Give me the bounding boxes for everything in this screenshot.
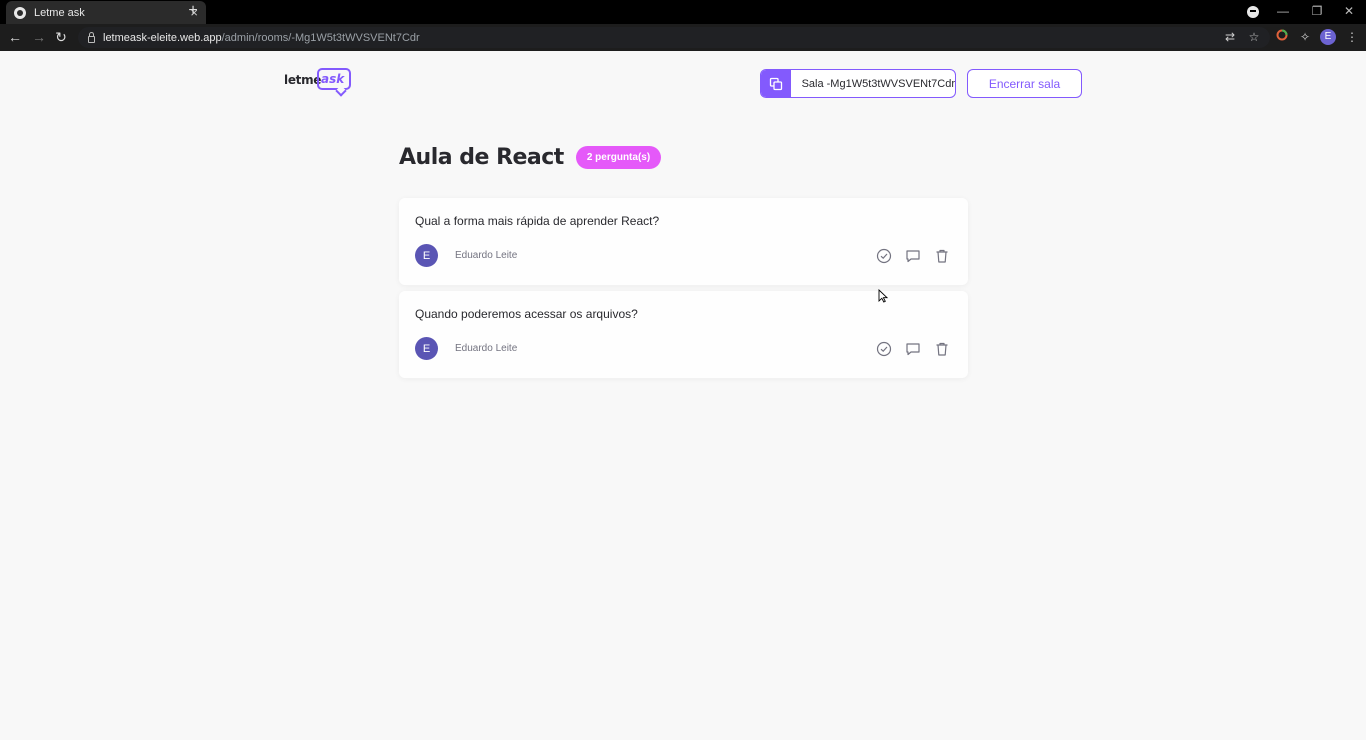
room-title-row: Aula de React 2 pergunta(s) <box>399 145 662 170</box>
question-count-badge: 2 pergunta(s) <box>575 146 662 169</box>
star-icon[interactable]: ☆ <box>1246 29 1262 45</box>
extension-color-icon[interactable] <box>1274 29 1290 45</box>
question-card: Qual a forma mais rápida de aprender Rea… <box>399 198 968 285</box>
room-code-label: Sala -Mg1W5t3tWVSVENt7Cdr <box>801 77 955 90</box>
question-author: E Eduardo Leite <box>415 337 517 360</box>
check-circle-icon[interactable] <box>875 340 893 358</box>
author-name: Eduardo Leite <box>455 343 518 354</box>
minimize-button[interactable]: — <box>1266 0 1300 24</box>
page-header: letme ask Sala -Mg1W5t3tWVSVENt7Cdr Ence… <box>0 51 1366 117</box>
url-path: /admin/rooms/-Mg1W5t3tWVSVENt7Cdr <box>221 31 420 44</box>
logo-text-letme: letme <box>284 73 322 87</box>
browser-toolbar: ← → ↻ letmeask-eleite.web.app/admin/room… <box>0 24 1366 51</box>
url-host: letmeask-eleite.web.app <box>103 31 222 44</box>
translate-icon[interactable]: ⇄ <box>1222 29 1238 45</box>
globe-icon <box>14 6 26 19</box>
profile-avatar[interactable]: E <box>1320 29 1336 45</box>
window-close-button[interactable]: ✕ <box>1332 0 1366 24</box>
tab-title: Letme ask <box>34 6 85 19</box>
lock-icon <box>88 32 95 43</box>
trash-icon[interactable] <box>933 247 951 265</box>
question-author: E Eduardo Leite <box>415 244 517 267</box>
puzzle-extensions-icon[interactable]: ✧ <box>1297 29 1313 45</box>
tab-search-icon[interactable] <box>1247 6 1259 18</box>
address-bar[interactable]: letmeask-eleite.web.app/admin/rooms/-Mg1… <box>78 27 1270 48</box>
check-circle-icon[interactable] <box>875 247 893 265</box>
question-card: Quando poderemos acessar os arquivos? E … <box>399 291 968 378</box>
author-name: Eduardo Leite <box>455 250 518 261</box>
room-code-button[interactable]: Sala -Mg1W5t3tWVSVENt7Cdr <box>760 69 956 98</box>
question-actions <box>875 340 951 358</box>
restore-button[interactable]: ❐ <box>1300 0 1334 24</box>
mouse-cursor-icon <box>878 289 888 303</box>
back-arrow-icon[interactable]: ← <box>6 28 24 46</box>
chat-bubble-icon[interactable] <box>904 247 922 265</box>
copy-icon <box>761 70 791 97</box>
question-actions <box>875 247 951 265</box>
reload-icon[interactable]: ↻ <box>52 28 70 46</box>
room-title: Aula de React <box>399 145 564 170</box>
logo-text-ask: ask <box>321 72 345 86</box>
trash-icon[interactable] <box>933 340 951 358</box>
avatar: E <box>415 244 438 267</box>
close-room-button[interactable]: Encerrar sala <box>967 69 1082 98</box>
browser-tab[interactable]: Letme ask × <box>6 1 206 24</box>
menu-kebab-icon[interactable]: ⋮ <box>1344 29 1360 45</box>
chat-bubble-icon[interactable] <box>904 340 922 358</box>
question-content: Qual a forma mais rápida de aprender Rea… <box>415 214 660 228</box>
new-tab-button[interactable]: + <box>184 2 202 20</box>
letmeask-logo[interactable]: letme ask <box>284 67 356 101</box>
avatar: E <box>415 337 438 360</box>
forward-arrow-icon[interactable]: → <box>30 28 48 46</box>
page: letme ask Sala -Mg1W5t3tWVSVENt7Cdr Ence… <box>0 51 1366 740</box>
question-content: Quando poderemos acessar os arquivos? <box>415 307 638 321</box>
browser-tab-bar: Letme ask × + — ❐ ✕ <box>0 0 1366 24</box>
